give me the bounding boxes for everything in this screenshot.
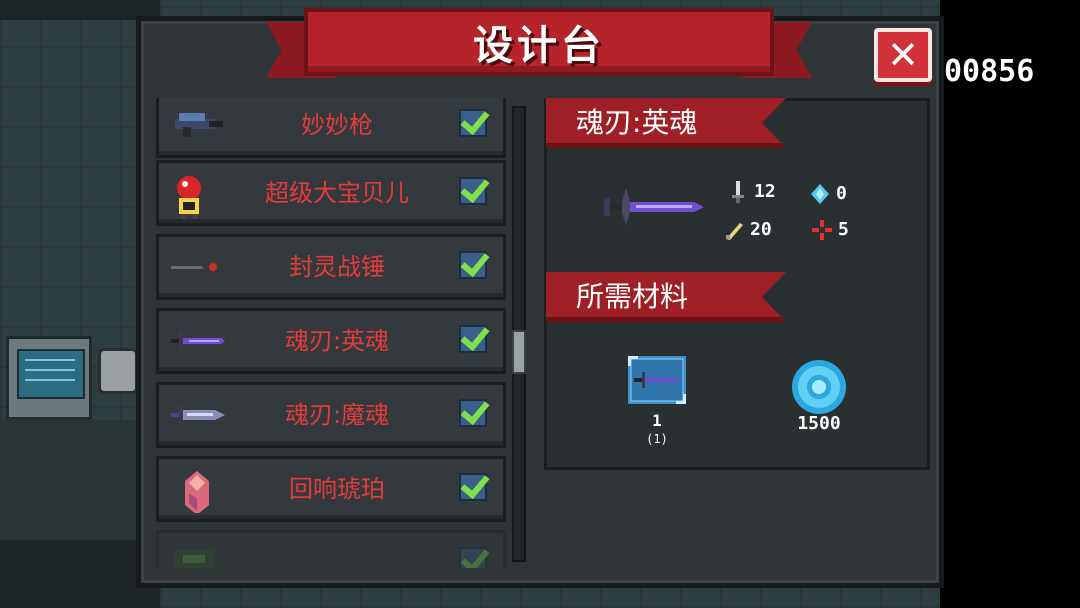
blaster-gun-icon	[175, 113, 223, 137]
dragon-icon	[175, 551, 215, 568]
sword-blueprint-icon[interactable]	[628, 356, 686, 404]
damage-value: 12	[754, 181, 776, 202]
energy-gem-icon	[811, 184, 829, 204]
list-item-label: 妙妙枪	[301, 111, 373, 139]
checkbox-checked[interactable]	[459, 399, 487, 427]
crit-stat: 20	[724, 218, 772, 242]
page-title: 设计台	[473, 23, 605, 69]
checkbox-checked[interactable]	[459, 177, 487, 205]
amber-gem-icon	[185, 471, 209, 513]
cup-prop	[98, 348, 138, 394]
accuracy-value: 5	[838, 219, 849, 240]
checkbox-checked[interactable]	[459, 547, 487, 568]
list-item[interactable]: 魂刃:英魂	[156, 308, 506, 374]
red-baby-bomb-icon	[177, 176, 201, 219]
crosshair-icon	[812, 220, 832, 240]
crit-blade-icon	[726, 223, 743, 240]
list-item[interactable]: 超级大宝贝儿	[156, 160, 506, 226]
crit-value: 20	[750, 219, 772, 240]
gem-cost: 1500	[797, 413, 841, 434]
purple-sword-icon	[604, 188, 704, 226]
computer-monitor-prop	[6, 336, 92, 420]
list-item[interactable]: 魂刃:魔魂	[156, 382, 506, 448]
blue-gem-icon[interactable]	[790, 358, 848, 416]
close-button[interactable]: ✕	[874, 28, 932, 82]
background-void	[940, 0, 1080, 608]
checkbox-checked[interactable]	[459, 109, 487, 137]
purple-blade-icon	[171, 405, 225, 425]
list-item-label: 魂刃:魔魂	[284, 401, 390, 429]
blueprint-count: 1	[652, 411, 662, 430]
list-item[interactable]: 妙妙枪	[156, 98, 506, 158]
list-item[interactable]	[156, 530, 506, 568]
accuracy-stat: 5	[812, 218, 849, 242]
list-item-label: 超级大宝贝儿	[265, 179, 409, 207]
blueprint-owned: (1)	[646, 432, 668, 446]
checkbox-checked[interactable]	[459, 325, 487, 353]
weapon-list[interactable]: 妙妙枪 超级大宝贝儿 封灵战锤 魂刃:英魂 魂刃:魔魂 回响琥珀	[150, 98, 530, 568]
energy-value: 0	[836, 183, 847, 204]
list-item-label	[237, 533, 437, 568]
scrollbar-thumb[interactable]	[512, 330, 526, 374]
materials-ribbon: 所需材料	[546, 272, 786, 322]
title-banner: 设计台	[266, 4, 812, 86]
sword-damage-icon	[732, 181, 744, 203]
list-item[interactable]: 回响琥珀	[156, 456, 506, 522]
spiked-hammer-icon	[171, 255, 225, 279]
list-item-label: 回响琥珀	[289, 475, 385, 503]
close-icon: ✕	[887, 33, 919, 77]
checkbox-checked[interactable]	[459, 251, 487, 279]
list-item-label: 封灵战锤	[289, 253, 385, 281]
checkbox-checked[interactable]	[459, 473, 487, 501]
item-name-ribbon: 魂刃:英魂	[546, 98, 786, 148]
coin-counter: 00856	[944, 54, 1035, 89]
list-item[interactable]: 封灵战锤	[156, 234, 506, 300]
energy-stat: 0	[810, 182, 847, 206]
list-item-label: 魂刃:英魂	[284, 327, 390, 355]
damage-stat: 12	[728, 180, 776, 204]
purple-sword-icon	[171, 331, 225, 351]
